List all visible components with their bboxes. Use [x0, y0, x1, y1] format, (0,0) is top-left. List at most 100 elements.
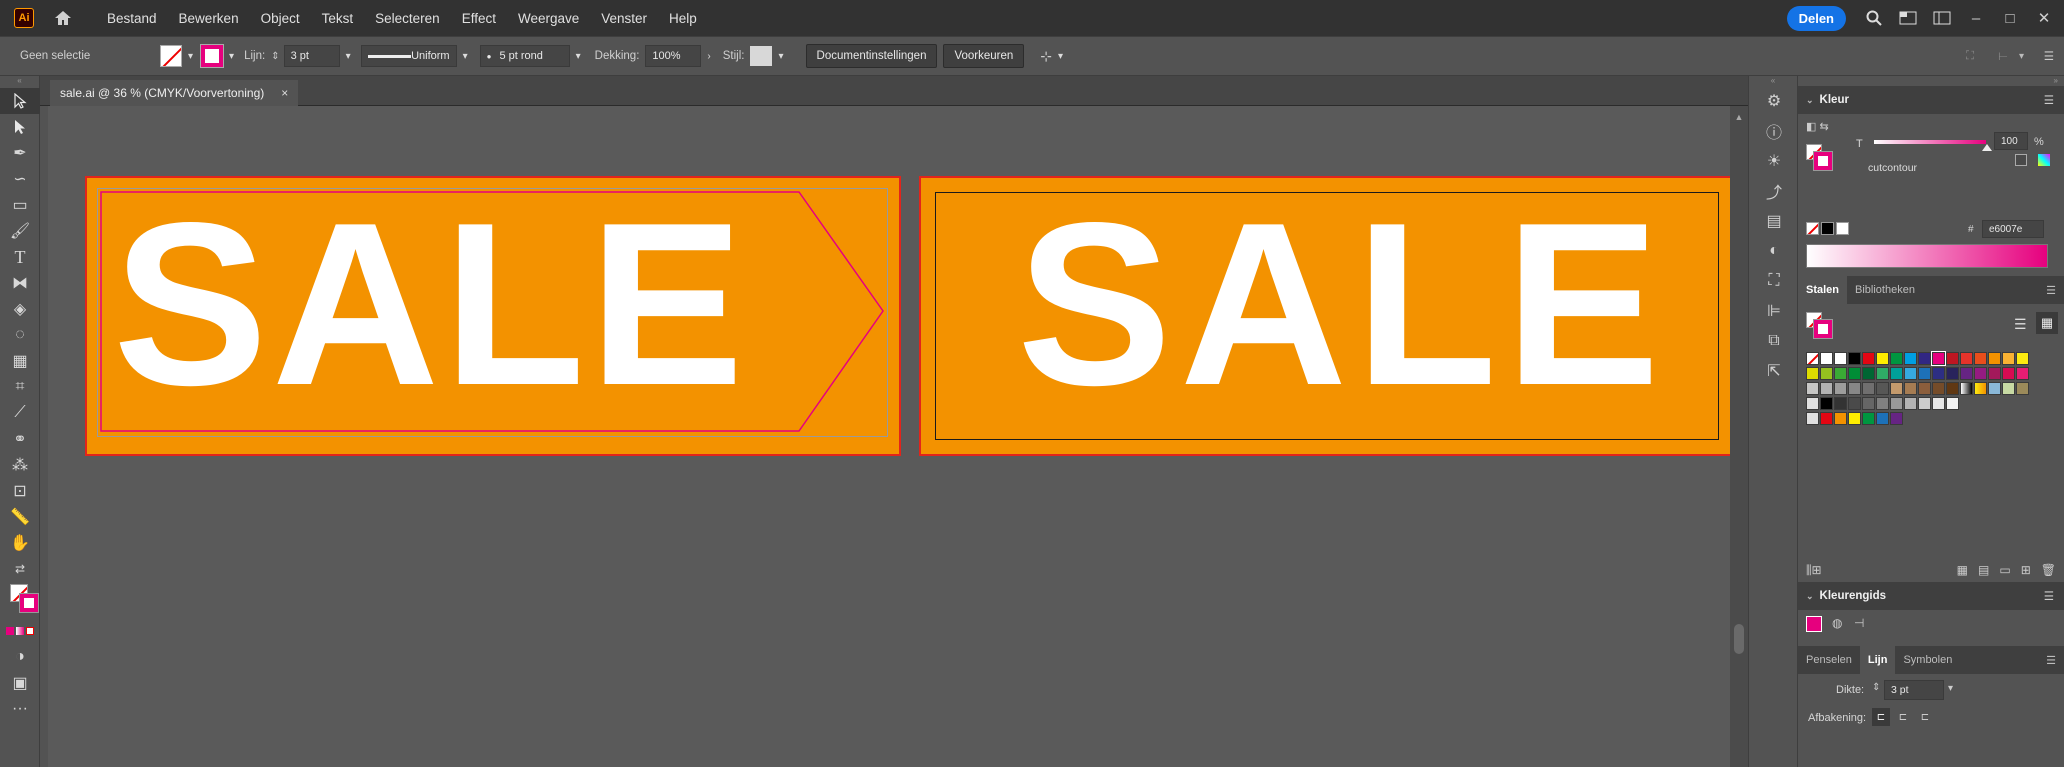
- slider-handle[interactable]: [1982, 144, 1992, 151]
- brush-definition[interactable]: ● 5 pt rond: [479, 45, 570, 67]
- pathfinder-icon[interactable]: ⧉: [1749, 326, 1799, 356]
- chevron-down-icon[interactable]: ▾: [1948, 683, 1953, 694]
- hex-field[interactable]: e6007e: [1982, 220, 2044, 238]
- stroke-swatch[interactable]: [200, 44, 225, 68]
- rectangle-tool-icon[interactable]: ▭: [0, 192, 40, 218]
- panel-menu-icon[interactable]: ☰: [2038, 276, 2064, 304]
- panel-menu-icon[interactable]: ☰: [2038, 646, 2064, 674]
- document-tab[interactable]: sale.ai @ 36 % (CMYK/Voorvertoning) ×: [50, 80, 299, 106]
- menu-bestand[interactable]: Bestand: [96, 11, 168, 26]
- opacity-field[interactable]: 100%: [645, 45, 702, 67]
- preferences-button[interactable]: Voorkeuren: [943, 44, 1025, 68]
- chevron-down-icon[interactable]: ▾: [346, 51, 351, 62]
- tab-penselen[interactable]: Penselen: [1798, 646, 1860, 674]
- close-tab-icon[interactable]: ×: [281, 86, 288, 100]
- tab-bibliotheken[interactable]: Bibliotheken: [1847, 276, 1923, 304]
- stepper-icon[interactable]: ⇕: [271, 51, 279, 62]
- chevron-down-icon[interactable]: ▾: [229, 51, 234, 62]
- stroke-color-icon[interactable]: [1813, 151, 1833, 171]
- stepper-icon[interactable]: ⇕: [1872, 682, 1880, 693]
- screen-mode-icon[interactable]: ▣: [0, 670, 40, 696]
- menu-tekst[interactable]: Tekst: [311, 11, 365, 26]
- collapse-panels-icon[interactable]: »: [1798, 76, 2064, 86]
- share-button[interactable]: Delen: [1786, 5, 1846, 31]
- color-guide-header[interactable]: ⌄ Kleurengids ☰: [1798, 582, 2064, 610]
- chevron-down-icon[interactable]: ▾: [188, 51, 193, 62]
- export-icon[interactable]: ⇱: [1749, 356, 1799, 386]
- menu-venster[interactable]: Venster: [590, 11, 658, 26]
- color-mode-icons[interactable]: [0, 618, 40, 644]
- chevron-down-icon[interactable]: ▾: [778, 51, 783, 62]
- tab-lijn[interactable]: Lijn: [1859, 646, 1896, 674]
- panel-menu-icon[interactable]: ☰: [2044, 49, 2054, 63]
- align-panel-icon[interactable]: ⊢: [1998, 49, 2008, 63]
- sale-text[interactable]: SALE: [113, 173, 748, 437]
- fill-stroke-widget[interactable]: [0, 582, 40, 618]
- artboard-1[interactable]: SALE: [85, 173, 901, 456]
- chevron-down-icon[interactable]: ▾: [1058, 51, 1063, 62]
- blend-tool-icon[interactable]: ⚭: [0, 426, 40, 452]
- gradient-tool-icon[interactable]: ▦: [0, 348, 40, 374]
- base-color-swatch[interactable]: [1806, 616, 1822, 632]
- chevron-icon[interactable]: ⌄: [1806, 591, 1814, 602]
- eyedropper-tool-icon[interactable]: ⟋: [0, 400, 40, 426]
- scroll-up-icon[interactable]: ▲: [1730, 112, 1748, 122]
- draw-mode-icon[interactable]: ◑: [0, 644, 40, 670]
- swatch-grid[interactable]: [1806, 351, 2029, 427]
- show-kinds-icon[interactable]: ⊞: [1812, 563, 1822, 578]
- new-group-icon[interactable]: ▭: [1999, 563, 2010, 578]
- menu-bewerken[interactable]: Bewerken: [168, 11, 250, 26]
- style-swatch[interactable]: [750, 46, 773, 66]
- butt-cap-icon[interactable]: ⊏: [1872, 708, 1890, 726]
- asset-export-icon[interactable]: ⤴: [1749, 176, 1799, 206]
- stroke-weight-field[interactable]: 3 pt: [283, 45, 340, 67]
- chevron-right-icon[interactable]: ›: [707, 51, 710, 62]
- transparency-icon[interactable]: ◐: [1749, 236, 1799, 266]
- hand-tool-icon[interactable]: ✋: [0, 530, 40, 556]
- grid-view-icon[interactable]: ▦: [2036, 312, 2058, 334]
- panel-menu-icon[interactable]: ☰: [2044, 93, 2054, 107]
- type-tool-icon[interactable]: T: [0, 244, 40, 270]
- stroke-color-icon[interactable]: [1813, 319, 1833, 339]
- artboard-2[interactable]: SALE: [919, 175, 1735, 456]
- square-cap-icon[interactable]: ⊏: [1916, 708, 1934, 726]
- spot-color-icon[interactable]: [2015, 154, 2027, 166]
- transform-panel-icon[interactable]: ⛶: [1749, 266, 1799, 296]
- round-cap-icon[interactable]: ⊏: [1894, 708, 1912, 726]
- chevron-down-icon[interactable]: ▾: [2019, 51, 2024, 62]
- align-panel-icon[interactable]: ⊫: [1749, 296, 1799, 326]
- tint-slider[interactable]: [1874, 140, 1986, 144]
- chevron-down-icon[interactable]: ▾: [576, 51, 581, 62]
- search-icon[interactable]: [1860, 6, 1888, 30]
- lasso-tool-icon[interactable]: ◌: [0, 322, 40, 348]
- maximize-icon[interactable]: □: [1996, 6, 2024, 30]
- info-icon[interactable]: ⓘ: [1749, 116, 1799, 146]
- document-settings-button[interactable]: Documentinstellingen: [805, 44, 938, 68]
- collapse-icon[interactable]: «: [0, 76, 39, 85]
- black-swatch[interactable]: [1821, 222, 1834, 235]
- none-swatch[interactable]: [1806, 222, 1819, 235]
- scroll-thumb[interactable]: [1734, 624, 1744, 654]
- menu-effect[interactable]: Effect: [451, 11, 507, 26]
- edit-colors-icon[interactable]: ⊣: [1854, 616, 1864, 630]
- color-group-icon[interactable]: ▤: [1978, 563, 1989, 578]
- color-picker-icon[interactable]: [2038, 154, 2050, 166]
- close-icon[interactable]: ✕: [2030, 6, 2058, 30]
- harmony-icon[interactable]: ◍: [1832, 616, 1842, 630]
- vertical-scrollbar[interactable]: ▲: [1730, 106, 1748, 767]
- artboard-tool-icon[interactable]: ⊡: [0, 478, 40, 504]
- eraser-tool-icon[interactable]: ◈: [0, 296, 40, 322]
- properties-icon[interactable]: ⚙: [1749, 86, 1799, 116]
- tab-symbolen[interactable]: Symbolen: [1895, 646, 1960, 674]
- menu-object[interactable]: Object: [250, 11, 311, 26]
- new-swatch-icon[interactable]: ⊞: [2021, 563, 2031, 578]
- tab-stalen[interactable]: Stalen: [1798, 276, 1848, 304]
- delete-icon[interactable]: 🗑: [2041, 563, 2056, 578]
- direct-selection-tool-icon[interactable]: [0, 114, 40, 140]
- menu-help[interactable]: Help: [658, 11, 708, 26]
- color-panel-header[interactable]: ⌄ Kleur ☰: [1798, 86, 2064, 114]
- align-icon[interactable]: ⊹: [1040, 48, 1052, 65]
- tint-field[interactable]: 100: [1994, 132, 2028, 150]
- workspace-icon[interactable]: [1928, 6, 1956, 30]
- swatch-options-icon[interactable]: ▦: [1957, 563, 1968, 578]
